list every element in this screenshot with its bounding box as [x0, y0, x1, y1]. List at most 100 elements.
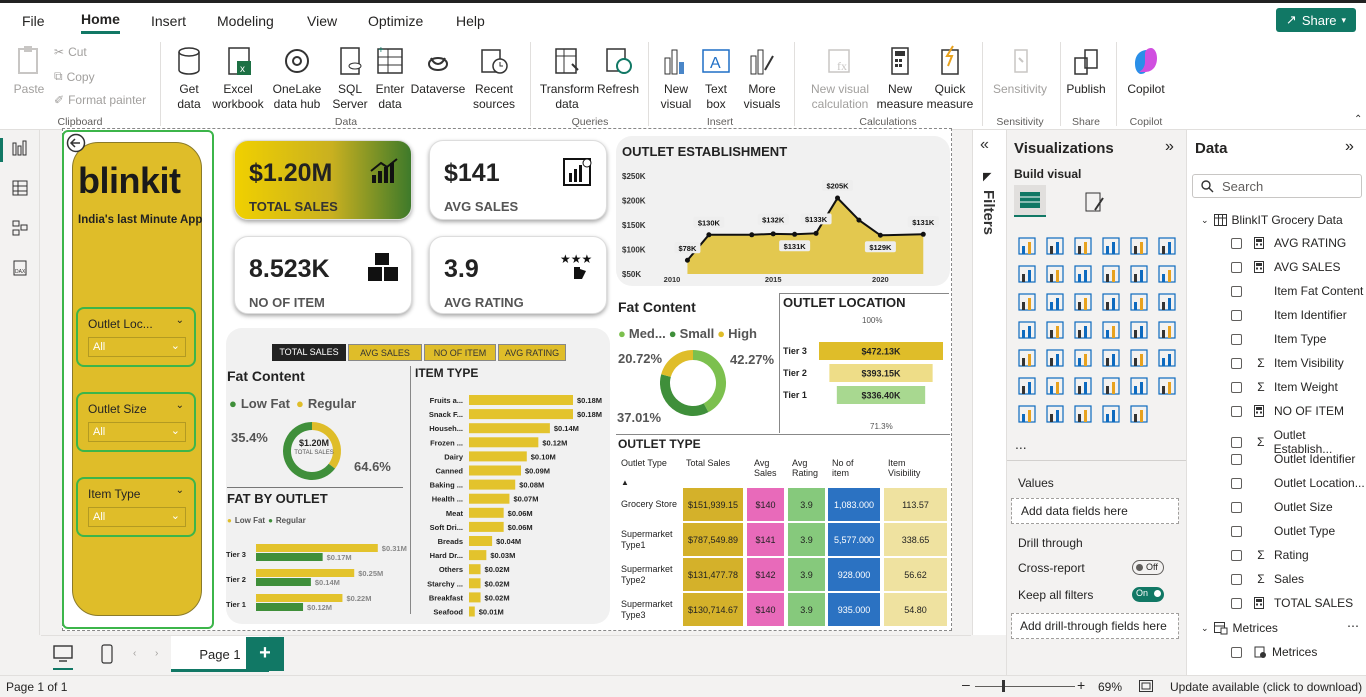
sort-asc-icon[interactable]: ▲ — [621, 478, 629, 487]
fat-content-2-donut[interactable] — [660, 350, 732, 422]
table-view-icon[interactable] — [12, 180, 28, 196]
keep-filters-toggle[interactable]: On — [1132, 587, 1164, 602]
expand-pane-icon[interactable]: » — [1345, 138, 1354, 156]
menu-help[interactable]: Help — [456, 13, 485, 29]
table-cell[interactable]: $140 — [747, 593, 784, 626]
field-checkbox[interactable] — [1231, 436, 1242, 448]
field-checkbox[interactable] — [1231, 261, 1242, 273]
table-cell[interactable]: $151,939.15 — [683, 488, 743, 521]
field-checkbox[interactable] — [1231, 501, 1242, 513]
field-checkbox[interactable] — [1231, 573, 1242, 585]
field-item[interactable]: Item Identifier — [1231, 308, 1347, 322]
field-checkbox[interactable] — [1231, 597, 1242, 609]
enter-data-button[interactable]: + Enter data — [372, 44, 408, 112]
menu-home[interactable]: Home — [81, 11, 120, 34]
cross-report-toggle[interactable]: Off — [1132, 560, 1164, 575]
dataverse-button[interactable]: Dataverse — [410, 44, 466, 97]
table-cell[interactable]: $141 — [747, 523, 784, 556]
field-checkbox[interactable] — [1231, 309, 1242, 321]
fit-to-page-icon[interactable] — [1139, 680, 1153, 692]
chevron-down-icon[interactable]: ⌄ — [176, 400, 184, 411]
item-type-chart[interactable]: Fruits a... $0.18M Snack F... $0.18M Househ.… — [412, 392, 608, 622]
data-search-box[interactable]: Search — [1192, 174, 1362, 198]
format-visual-icon[interactable] — [1083, 190, 1107, 214]
field-checkbox[interactable] — [1231, 549, 1242, 561]
field-item[interactable]: AVG RATING — [1231, 236, 1346, 250]
cut-button[interactable]: ✂ Cut — [54, 45, 87, 59]
field-item[interactable]: Item Type — [1231, 332, 1326, 346]
back-arrow-icon[interactable] — [66, 133, 86, 153]
field-checkbox[interactable] — [1231, 405, 1242, 417]
sql-server-button[interactable]: SQL Server — [330, 44, 370, 112]
field-checkbox[interactable] — [1231, 357, 1242, 369]
mobile-layout-icon[interactable] — [101, 644, 113, 664]
report-view-icon[interactable] — [12, 140, 28, 156]
new-visual-calculation-button[interactable]: fx New visual calculation — [802, 44, 878, 112]
new-visual-button[interactable]: New visual — [656, 44, 696, 112]
slicer-item-type[interactable]: Item Type ⌄ All ⌄ — [76, 477, 196, 537]
table-metrices[interactable]: ⌄ Metrices — [1201, 621, 1278, 635]
menu-view[interactable]: View — [307, 13, 337, 29]
table-cell[interactable]: 3.9 — [788, 488, 825, 521]
collapse-filters-icon[interactable]: « — [980, 136, 989, 154]
outlet-location-chart[interactable]: Tier 3 $472.13K Tier 2 $393.15K Tier 1 $336.4… — [780, 336, 950, 408]
menu-optimize[interactable]: Optimize — [368, 13, 423, 29]
col-header[interactable]: Item Visibility — [888, 458, 938, 478]
table-cell[interactable]: $787,549.89 — [683, 523, 743, 556]
table-cell[interactable]: $131,477.78 — [683, 558, 743, 591]
table-cell[interactable]: 5,577.000 — [828, 523, 880, 556]
tab-no-of-item[interactable]: NO OF ITEM — [424, 344, 496, 361]
slicer-dropdown[interactable]: All ⌄ — [88, 422, 186, 442]
menu-modeling[interactable]: Modeling — [217, 13, 274, 29]
new-measure-button[interactable]: New measure — [876, 44, 924, 112]
table-cell[interactable]: $142 — [747, 558, 784, 591]
update-available-link[interactable]: Update available (click to download) — [1170, 680, 1362, 694]
zoom-slider[interactable] — [975, 686, 1075, 687]
field-item[interactable]: Σ Sales — [1231, 572, 1304, 586]
slicer-outlet-size[interactable]: Outlet Size ⌄ All ⌄ — [76, 392, 196, 452]
col-header[interactable]: Avg Sales — [754, 458, 782, 478]
col-header[interactable]: Avg Rating — [792, 458, 820, 478]
table-cell[interactable]: 3.9 — [788, 593, 825, 626]
slicer-dropdown[interactable]: All ⌄ — [88, 507, 186, 527]
publish-button[interactable]: Publish — [1064, 44, 1108, 97]
add-page-button[interactable]: + — [246, 637, 284, 671]
field-item[interactable]: Outlet Location... — [1231, 476, 1365, 490]
field-item[interactable]: Outlet Size — [1231, 500, 1333, 514]
field-item[interactable]: Σ Item Weight — [1231, 380, 1338, 394]
next-page-icon[interactable]: › — [155, 648, 158, 659]
field-checkbox[interactable] — [1231, 477, 1242, 489]
table-cell[interactable]: 338.65 — [884, 523, 947, 556]
kpi-card-no-of-item[interactable]: 8.523K NO OF ITEM — [234, 236, 412, 314]
excel-workbook-button[interactable]: x Excel workbook — [210, 44, 266, 112]
field-item[interactable]: AVG SALES — [1231, 260, 1340, 274]
field-checkbox[interactable] — [1231, 453, 1242, 465]
more-visuals-button[interactable]: More visuals — [738, 44, 786, 112]
field-metrices[interactable]: Metrices — [1231, 645, 1317, 659]
recent-sources-button[interactable]: Recent sources — [467, 44, 521, 112]
format-painter-button[interactable]: ✐ Format painter — [54, 93, 146, 107]
field-item[interactable]: Item Fat Content — [1231, 284, 1363, 298]
field-checkbox[interactable] — [1231, 646, 1242, 658]
menu-insert[interactable]: Insert — [151, 13, 186, 29]
col-header[interactable]: Outlet Type — [621, 458, 667, 468]
onelake-button[interactable]: OneLake data hub — [267, 44, 327, 112]
table-cell[interactable]: 3.9 — [788, 558, 825, 591]
field-checkbox[interactable] — [1231, 333, 1242, 345]
table-cell[interactable]: 935.000 — [828, 593, 880, 626]
field-item[interactable]: Outlet Type — [1231, 524, 1335, 538]
row-header[interactable]: Supermarket Type3 — [618, 593, 682, 626]
kpi-card-avg-rating[interactable]: 3.9 AVG RATING ★★★ — [429, 236, 607, 314]
row-header[interactable]: Supermarket Type2 — [618, 558, 682, 591]
text-box-button[interactable]: A Text box — [698, 44, 734, 112]
tab-total-sales[interactable]: TOTAL SALES — [272, 344, 346, 361]
copilot-button[interactable]: Copilot — [1124, 44, 1168, 97]
field-checkbox[interactable] — [1231, 525, 1242, 537]
refresh-button[interactable]: Refresh — [596, 44, 640, 97]
chevron-down-icon[interactable]: ⌄ — [176, 485, 184, 496]
table-cell[interactable]: $140 — [747, 488, 784, 521]
kpi-card-avg-sales[interactable]: $141 AVG SALES — [429, 140, 607, 220]
table-blinkit-grocery-data[interactable]: ⌄ BlinkIT Grocery Data — [1201, 213, 1343, 227]
zoom-in-icon[interactable]: + — [1077, 677, 1085, 693]
zoom-slider-thumb[interactable] — [1002, 680, 1005, 692]
